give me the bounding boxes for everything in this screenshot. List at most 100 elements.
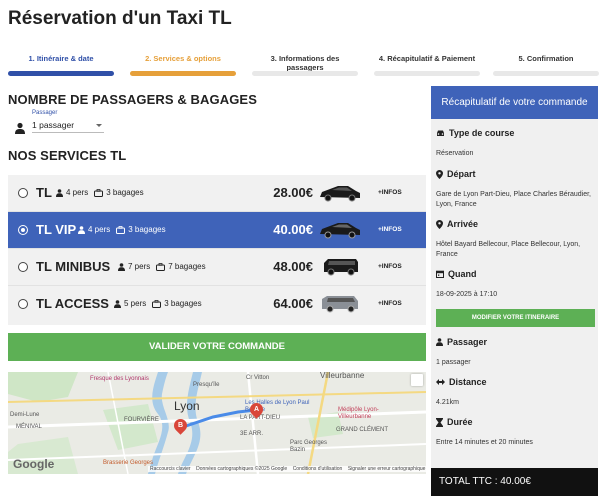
more-info-link[interactable]: +INFOS [378, 300, 402, 307]
map-label: Demi-Lune [10, 412, 40, 418]
car-icon [437, 130, 444, 136]
map-footer: Raccourcis clavier Données cartographiqu… [148, 466, 426, 472]
service-capacity: 4 pers 3 bagages [56, 188, 144, 197]
service-list: TL 4 pers 3 bagages 28.00€ +INFOS TL VIP… [8, 175, 426, 325]
service-price: 40.00€ [273, 222, 313, 237]
suitcase-icon [94, 188, 104, 197]
map-label: FOURVIÈRE [124, 417, 159, 423]
person-icon [118, 262, 125, 271]
car-image [320, 186, 360, 202]
map-marker-label: B [177, 422, 184, 429]
service-name: TL VIP [36, 222, 77, 237]
service-price: 28.00€ [273, 185, 313, 200]
step-bar [130, 71, 236, 76]
more-info-link[interactable]: +INFOS [378, 226, 402, 233]
more-info-link[interactable]: +INFOS [378, 189, 402, 196]
car-image [320, 223, 360, 239]
service-option-tl-access[interactable]: TL ACCESS 5 pers 3 bagages 64.00€ +INFOS [8, 286, 426, 323]
step-label: 3. Informations des passagers [270, 54, 340, 72]
radio-button[interactable] [18, 225, 28, 235]
map-label: GRAND CLÉMENT [336, 427, 389, 433]
modify-itinerary-button[interactable]: MODIFIER VOTRE ITINERAIRE [436, 309, 595, 327]
map-label: Cr Vitton [246, 375, 270, 381]
suitcase-icon [156, 262, 166, 271]
step-label: 5. Confirmation [518, 54, 574, 63]
summary-passenger: Passager 1 passager [436, 337, 596, 368]
step-itinerary[interactable]: 1. Itinéraire & date [8, 50, 114, 80]
summary-departure: Départ Gare de Lyon Part-Dieu, Place Cha… [436, 169, 596, 210]
service-option-tl[interactable]: TL 4 pers 3 bagages 28.00€ +INFOS [8, 175, 426, 212]
map-label: Villeurbanne [320, 372, 365, 380]
summary-duration: Durée Entre 14 minutes et 20 minutes [436, 417, 596, 448]
passenger-field: Passager 1 passager [14, 110, 134, 136]
map-terms-link[interactable]: Conditions d'utilisation [293, 466, 343, 472]
service-option-tl-vip[interactable]: TL VIP 4 pers 3 bagages 40.00€ +INFOS [8, 212, 426, 249]
person-icon [56, 188, 63, 197]
person-icon [114, 299, 121, 308]
summary-label: Type de course [449, 128, 515, 138]
step-services[interactable]: 2. Services & options [130, 50, 236, 80]
summary-value: 4.21km [436, 399, 459, 406]
service-price: 48.00€ [273, 259, 313, 274]
service-bags: 3 bagages [106, 188, 144, 197]
service-option-tl-minibus[interactable]: TL MINIBUS 7 pers 7 bagages 48.00€ +INFO… [8, 249, 426, 286]
step-bar [252, 71, 358, 76]
suitcase-icon [152, 299, 162, 308]
summary-distance: Distance 4.21km [436, 377, 596, 408]
person-icon [436, 338, 443, 346]
passenger-select-value: 1 passager [32, 120, 75, 130]
step-summary-payment[interactable]: 4. Récapitulatif & Paiement [374, 50, 480, 80]
step-label: 1. Itinéraire & date [28, 54, 94, 63]
map-marker-a[interactable]: A [247, 400, 266, 419]
more-info-link[interactable]: +INFOS [378, 263, 402, 270]
summary-value: Entre 14 minutes et 20 minutes [436, 439, 533, 446]
service-name: TL [36, 185, 52, 200]
person-icon [15, 122, 25, 134]
service-persons: 4 pers [66, 188, 89, 197]
map-label: Brasserie Georges [103, 460, 154, 466]
route-map[interactable]: Lyon Presqu'île Villeurbanne Fresque des… [8, 372, 426, 474]
service-capacity: 5 pers 3 bagages [114, 299, 202, 308]
summary-value: 1 passager [436, 359, 471, 366]
service-persons: 5 pers [124, 299, 147, 308]
fullscreen-icon[interactable] [411, 374, 423, 386]
passenger-select[interactable]: 1 passager [32, 119, 104, 133]
step-bar [374, 71, 480, 76]
summary-label: Quand [448, 269, 477, 279]
map-label: 3E ARR. [240, 431, 264, 437]
map-data-credit: Données cartographiques ©2025 Google [196, 466, 288, 472]
summary-value: Gare de Lyon Part-Dieu, Place Charles Bé… [436, 191, 591, 208]
step-label: 4. Récapitulatif & Paiement [378, 54, 476, 63]
minibus-image [324, 259, 358, 276]
radio-button[interactable] [18, 262, 28, 272]
map-label: Médipôle Lyon-Villeurbanne [338, 407, 379, 420]
van-image [322, 296, 358, 313]
step-passenger-info[interactable]: 3. Informations des passagers [252, 50, 358, 80]
radio-button[interactable] [18, 299, 28, 309]
map-report-link[interactable]: Signaler une erreur cartographique [348, 466, 426, 472]
summary-arrival: Arrivée Hôtel Bayard Bellecour, Place Be… [436, 219, 596, 260]
calendar-icon [436, 270, 444, 278]
validate-order-button[interactable]: VALIDER VOTRE COMMANDE [8, 333, 426, 361]
step-confirmation[interactable]: 5. Confirmation [493, 50, 599, 80]
service-persons: 7 pers [128, 262, 151, 271]
passenger-field-label: Passager [32, 110, 58, 116]
google-logo: Google [13, 457, 55, 471]
summary-value: Réservation [436, 150, 474, 157]
radio-button[interactable] [18, 188, 28, 198]
service-capacity: 4 pers 3 bagages [78, 225, 166, 234]
map-keyboard-shortcuts[interactable]: Raccourcis clavier [150, 466, 191, 472]
service-bags: 7 bagages [168, 262, 206, 271]
summary-label: Arrivée [447, 219, 479, 229]
services-section-title: NOS SERVICES TL [8, 148, 127, 163]
map-marker-b[interactable]: B [171, 416, 190, 435]
map-label: MÉNIVAL [16, 424, 42, 430]
service-bags: 3 bagages [128, 225, 166, 234]
arrows-icon [436, 379, 445, 385]
suitcase-icon [116, 225, 126, 234]
summary-value: Hôtel Bayard Bellecour, Place Bellecour,… [436, 241, 581, 258]
summary-label: Durée [447, 417, 473, 427]
summary-course-type: Type de course Réservation [436, 128, 596, 159]
step-label: 2. Services & options [145, 54, 221, 63]
total-price: TOTAL TTC : 40.00€ [431, 468, 598, 496]
